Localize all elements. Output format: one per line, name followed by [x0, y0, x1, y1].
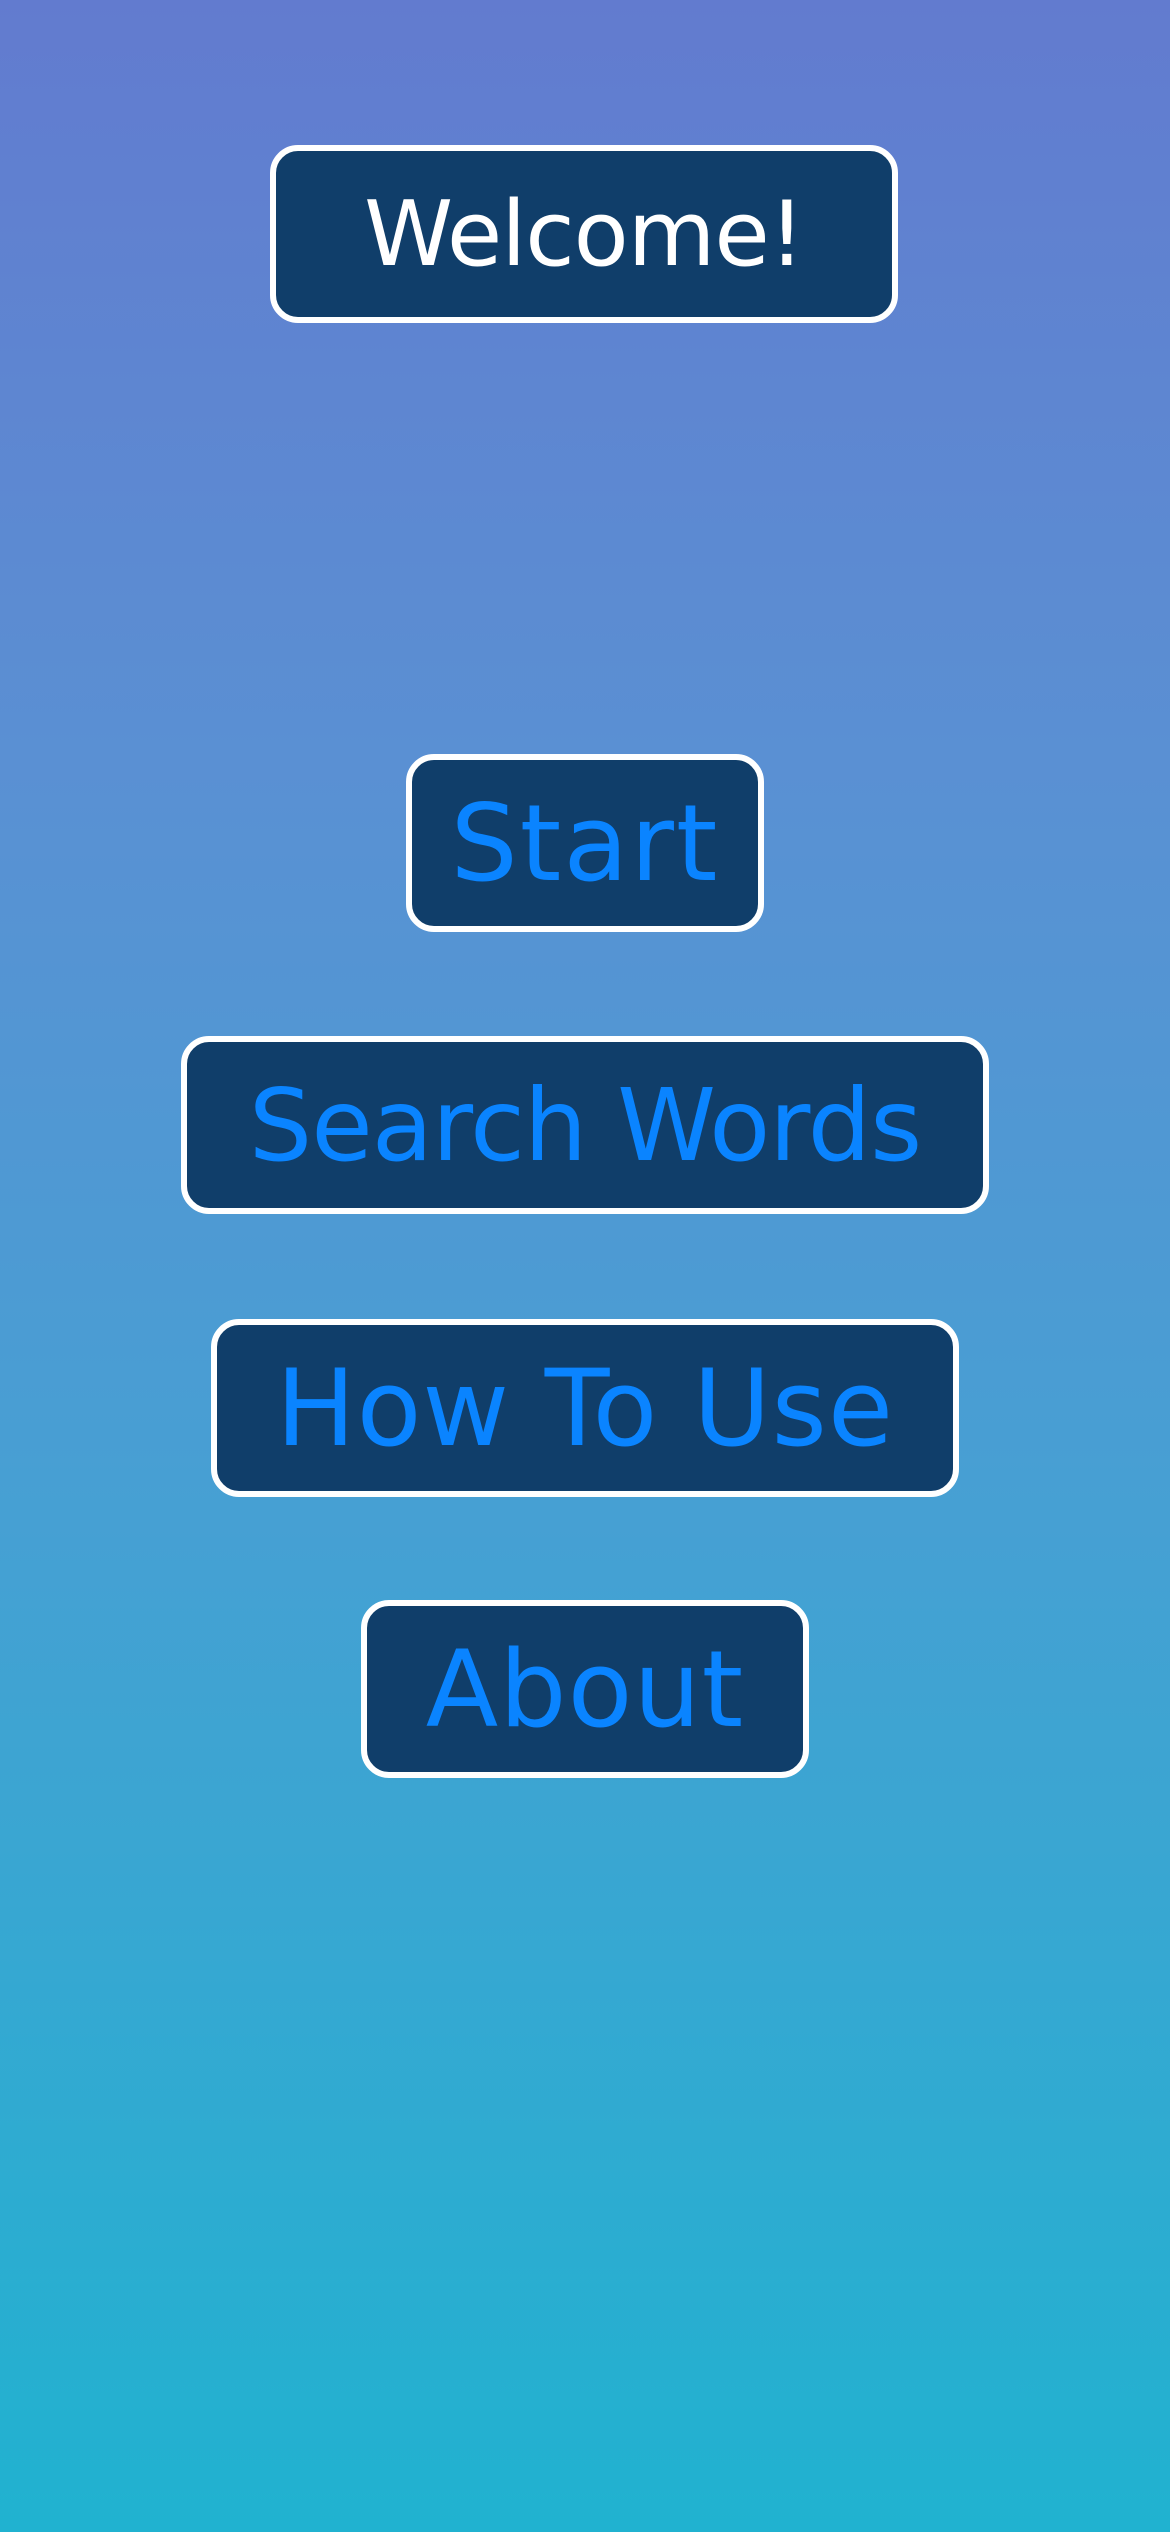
about-button[interactable]: About	[361, 1600, 809, 1778]
search-words-button[interactable]: Search Words	[181, 1036, 989, 1214]
how-to-use-button[interactable]: How To Use	[211, 1319, 959, 1497]
about-button-label: About	[425, 1627, 745, 1751]
start-button-label: Start	[450, 781, 720, 905]
search-words-button-label: Search Words	[248, 1066, 922, 1184]
start-button[interactable]: Start	[406, 754, 764, 932]
welcome-title: Welcome!	[270, 145, 898, 323]
welcome-title-text: Welcome!	[364, 181, 805, 287]
how-to-use-button-label: How To Use	[275, 1346, 895, 1470]
